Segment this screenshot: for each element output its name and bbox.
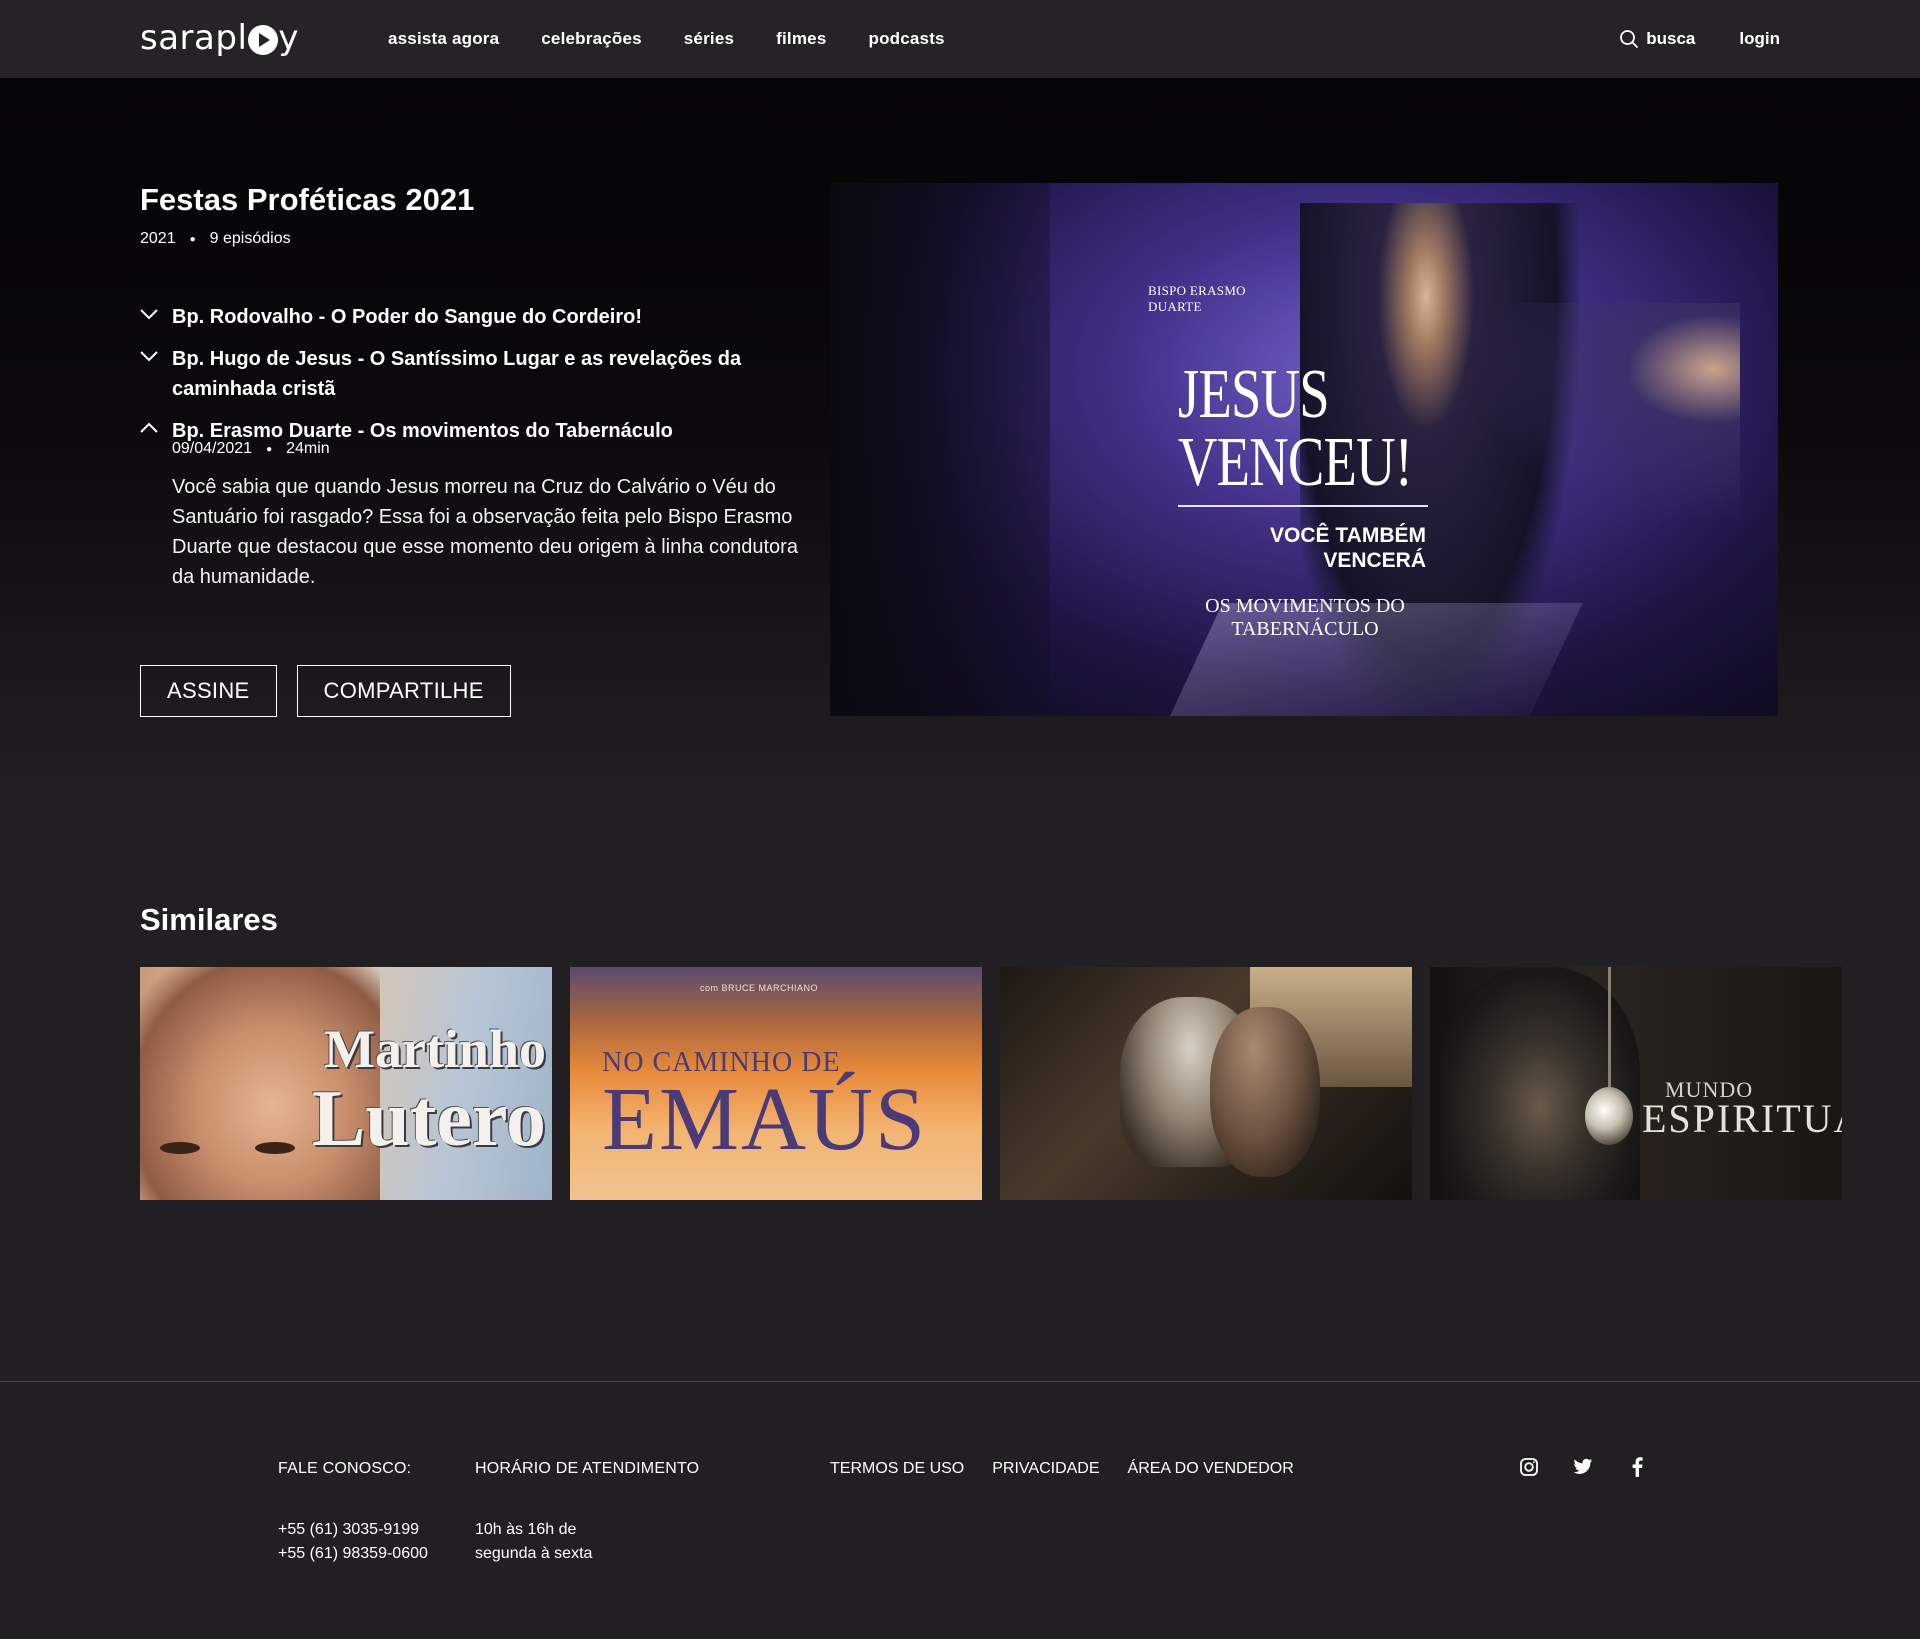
footer-contact-heading: FALE CONOSCO: xyxy=(278,1460,412,1477)
poster-theme-line: OS MOVIMENTOS DO xyxy=(1205,595,1405,617)
share-button[interactable]: COMPARTILHE xyxy=(296,665,511,717)
logo-text: sarapl xyxy=(140,18,248,58)
episode-item[interactable]: Bp. Hugo de Jesus - O Santíssimo Lugar e… xyxy=(140,344,810,404)
footer-links: TERMOS DE USO PRIVACIDADE ÁREA DO VENDED… xyxy=(830,1460,1294,1478)
poster-speaker-name: BISPO ERASMO DUARTE xyxy=(1148,283,1246,315)
similar-thumbnail-embrace[interactable] xyxy=(1000,967,1412,1200)
twitter-icon[interactable] xyxy=(1572,1456,1594,1478)
chevron-up-icon[interactable] xyxy=(140,416,172,439)
thumbnail-title-line: ESPIRITUAL xyxy=(1642,1096,1842,1141)
poster-headline-line: JESUS xyxy=(1178,356,1330,433)
series-year: 2021 xyxy=(140,230,176,247)
nav-right: busca login xyxy=(1619,29,1780,49)
nav-link-assista-agora[interactable]: assista agora xyxy=(388,29,499,49)
social-links xyxy=(1518,1456,1648,1478)
thumbnail-wire xyxy=(1608,967,1611,1089)
footer-phone[interactable]: +55 (61) 3035-9199 xyxy=(278,1518,428,1542)
search-button[interactable]: busca xyxy=(1619,29,1695,49)
poster-divider xyxy=(1178,505,1428,507)
logo-play-icon xyxy=(248,25,279,55)
saraplay-logo[interactable]: sarapl y xyxy=(140,18,299,58)
thumbnail-eye xyxy=(160,1142,200,1154)
poster-speaker-line: BISPO ERASMO xyxy=(1148,283,1246,298)
chevron-down-icon[interactable] xyxy=(140,344,172,367)
poster-theme: OS MOVIMENTOS DO TABERNÁCULO xyxy=(1200,595,1410,641)
footer: FALE CONOSCO: +55 (61) 3035-9199 +55 (61… xyxy=(0,1382,1920,1639)
instagram-icon[interactable] xyxy=(1518,1456,1540,1478)
similar-thumbnail-mundo-espiritual[interactable]: MUNDO ESPIRITUAL xyxy=(1430,967,1842,1200)
similar-thumbnail-emaus[interactable]: com BRUCE MARCHIANO NO CAMINHO DE EMAÚS xyxy=(570,967,982,1200)
search-icon xyxy=(1620,30,1639,49)
episode-poster[interactable]: BISPO ERASMO DUARTE JESUS VENCEU! VOCÊ T… xyxy=(830,183,1778,716)
thumbnail-title-line: Lutero xyxy=(311,1075,546,1163)
top-nav: sarapl y assista agora celebrações séries… xyxy=(0,0,1920,78)
footer-hours-heading: HORÁRIO DE ATENDIMENTO xyxy=(475,1460,700,1477)
footer-hours-line: 10h às 16h de xyxy=(475,1521,577,1538)
poster-speaker-line: DUARTE xyxy=(1148,299,1202,314)
episode-title[interactable]: Bp. Rodovalho - O Poder do Sangue do Cor… xyxy=(172,302,642,332)
episode-list: Bp. Rodovalho - O Poder do Sangue do Cor… xyxy=(140,302,810,592)
thumbnail-person xyxy=(1210,1007,1320,1177)
poster-sub-line: VENCERÁ xyxy=(1323,549,1426,572)
poster-background xyxy=(830,183,1050,716)
footer-hours-line: segunda à sexta xyxy=(475,1545,593,1562)
footer-link-area-vendedor[interactable]: ÁREA DO VENDEDOR xyxy=(1128,1460,1294,1478)
footer-hours: 10h às 16h de segunda à sexta xyxy=(475,1518,592,1566)
facebook-icon[interactable] xyxy=(1626,1456,1648,1478)
logo-text-end: y xyxy=(278,18,300,58)
poster-theme-line: TABERNÁCULO xyxy=(1231,618,1379,640)
episode-description: Você sabia que quando Jesus morreu na Cr… xyxy=(172,476,798,588)
episode-title[interactable]: Bp. Hugo de Jesus - O Santíssimo Lugar e… xyxy=(172,344,810,404)
similar-thumbnail-martinho-lutero[interactable]: Martinho Lutero xyxy=(140,967,552,1200)
thumbnail-title-line: Martinho xyxy=(324,1019,546,1079)
footer-link-termos[interactable]: TERMOS DE USO xyxy=(830,1460,964,1478)
search-label: busca xyxy=(1646,29,1696,48)
action-buttons: ASSINE COMPARTILHE xyxy=(140,665,511,717)
thumbnail-title-line: EMAÚS xyxy=(602,1070,928,1169)
series-episode-count: 9 episódios xyxy=(209,230,291,247)
thumbnail-title: Martinho Lutero xyxy=(312,1019,546,1159)
footer-phone[interactable]: +55 (61) 98359-0600 xyxy=(278,1542,428,1566)
footer-link-privacidade[interactable]: PRIVACIDADE xyxy=(992,1460,1099,1478)
poster-subheadline: VOCÊ TAMBÉM VENCERÁ xyxy=(1230,523,1426,573)
separator-dot: ● xyxy=(189,233,196,245)
poster-speaker-arm xyxy=(1470,303,1740,523)
nav-link-podcasts[interactable]: podcasts xyxy=(868,29,944,49)
login-link[interactable]: login xyxy=(1739,29,1780,49)
similares-row: Martinho Lutero com BRUCE MARCHIANO NO C… xyxy=(140,967,1842,1200)
poster-sub-line: VOCÊ TAMBÉM xyxy=(1270,524,1426,547)
series-meta: 2021 ● 9 episódios xyxy=(140,230,291,248)
lightbulb-icon xyxy=(1585,1087,1633,1145)
footer-phones: +55 (61) 3035-9199 +55 (61) 98359-0600 xyxy=(278,1518,428,1566)
nav-link-filmes[interactable]: filmes xyxy=(776,29,826,49)
episode-item[interactable]: Bp. Rodovalho - O Poder do Sangue do Cor… xyxy=(140,302,810,332)
thumbnail-credit: com BRUCE MARCHIANO xyxy=(700,983,819,993)
nav-link-series[interactable]: séries xyxy=(684,29,734,49)
poster-headline: JESUS VENCEU! xyxy=(1178,356,1413,501)
episode-date: 09/04/2021 xyxy=(172,440,253,457)
poster-headline-line: VENCEU! xyxy=(1178,424,1413,501)
episode-duration: 24min xyxy=(286,440,330,457)
separator-dot: ● xyxy=(266,443,273,455)
similares-heading: Similares xyxy=(140,902,278,937)
thumbnail-eye xyxy=(255,1142,295,1154)
chevron-down-icon[interactable] xyxy=(140,302,172,325)
nav-links: assista agora celebrações séries filmes … xyxy=(388,29,945,49)
subscribe-button[interactable]: ASSINE xyxy=(140,665,277,717)
series-title: Festas Proféticas 2021 xyxy=(140,182,475,217)
nav-link-celebracoes[interactable]: celebrações xyxy=(541,29,642,49)
